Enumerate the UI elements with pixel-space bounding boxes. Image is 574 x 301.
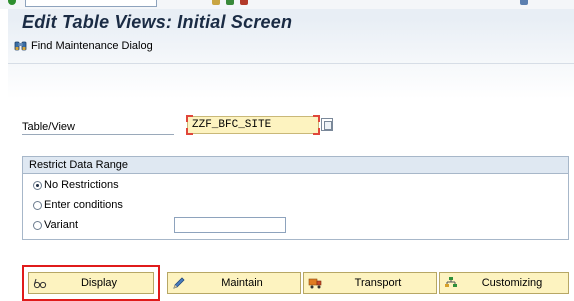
variant-input[interactable]: [174, 217, 286, 233]
restrict-data-range-group: Restrict Data Range No Restrictions Ente…: [22, 156, 569, 240]
radio-label: No Restrictions: [44, 179, 119, 191]
radio-button[interactable]: [33, 200, 42, 210]
system-toolbar: [0, 0, 574, 9]
radio-variant[interactable]: Variant: [33, 219, 78, 231]
maintain-label: Maintain: [221, 277, 263, 289]
transport-label: Transport: [354, 277, 402, 289]
table-view-field: [186, 115, 320, 135]
command-field[interactable]: [25, 0, 157, 7]
find-maintenance-dialog-button[interactable]: Find Maintenance Dialog: [31, 40, 153, 52]
help-icon[interactable]: [520, 0, 528, 5]
save-icon[interactable]: [212, 0, 220, 5]
exit-icon[interactable]: [240, 0, 248, 5]
enter-icon[interactable]: [8, 0, 16, 5]
group-header: Restrict Data Range: [23, 157, 568, 174]
maintain-button[interactable]: Maintain: [167, 272, 301, 294]
transport-button[interactable]: Transport: [303, 272, 437, 294]
radio-enter-conditions[interactable]: Enter conditions: [33, 199, 123, 211]
truck-icon: [308, 276, 322, 290]
radio-no-restrictions[interactable]: No Restrictions: [33, 179, 119, 191]
binoculars-icon: [14, 40, 27, 52]
table-view-label: Table/View: [22, 121, 75, 133]
application-toolbar: Find Maintenance Dialog: [14, 40, 153, 52]
back-icon[interactable]: [226, 0, 234, 5]
customizing-label: Customizing: [481, 277, 543, 289]
highlight-box: [22, 265, 160, 301]
hierarchy-icon: [444, 276, 458, 290]
main-area: [8, 9, 574, 301]
radio-button[interactable]: [33, 220, 42, 230]
divider: [8, 63, 574, 64]
value-help-icon[interactable]: [321, 118, 333, 131]
customizing-button[interactable]: Customizing: [439, 272, 569, 294]
pencil-icon: [172, 276, 186, 290]
page-title: Edit Table Views: Initial Screen: [22, 12, 293, 32]
label-underline: [22, 134, 174, 135]
radio-label: Variant: [44, 219, 79, 231]
table-view-input[interactable]: [192, 118, 312, 132]
radio-label: Enter conditions: [44, 199, 123, 211]
radio-button[interactable]: [33, 180, 42, 190]
